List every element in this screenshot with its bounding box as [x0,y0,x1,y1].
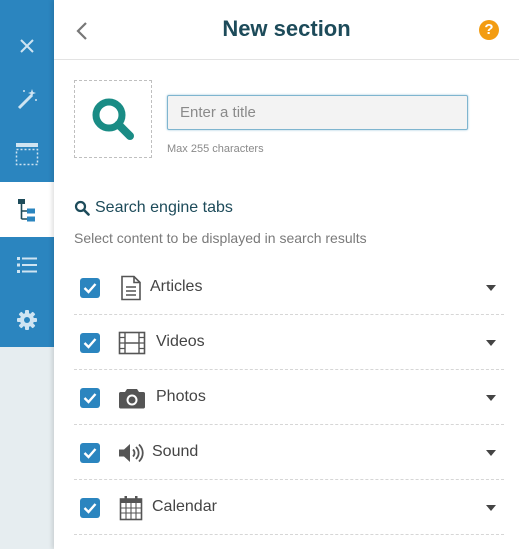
checkmark-icon [83,283,97,294]
speaker-icon [118,440,144,466]
list-button[interactable] [0,237,54,292]
title-input[interactable] [167,95,468,130]
close-icon [20,38,34,53]
sound-dropdown-caret[interactable] [486,450,496,456]
checkmark-icon [83,448,97,459]
videos-checkbox[interactable] [80,333,100,353]
articles-label: Articles [150,278,203,295]
photos-dropdown-caret[interactable] [486,395,496,401]
photos-label: Photos [156,388,206,405]
tab-row-articles[interactable]: Articles [74,260,504,315]
left-rail [0,0,54,549]
section-panel: New section ? Max 255 characters Search … [54,0,519,549]
help-icon[interactable]: ? [479,20,499,40]
search-tabs-description: Select content to be displayed in search… [74,230,367,246]
tree-button[interactable] [0,182,54,237]
search-tabs-heading: Search engine tabs [74,198,233,218]
checkmark-icon [83,503,97,514]
videos-dropdown-caret[interactable] [486,340,496,346]
search-icon [74,200,90,216]
articles-dropdown-caret[interactable] [486,285,496,291]
document-icon [118,275,144,301]
film-icon [118,330,146,356]
close-button[interactable] [0,18,54,73]
search-icon [92,98,134,140]
articles-checkbox[interactable] [80,278,100,298]
gear-icon [17,309,37,330]
calendar-dropdown-caret[interactable] [486,505,496,511]
sound-label: Sound [152,443,199,460]
magic-wand-icon [17,88,37,109]
photos-checkbox[interactable] [80,388,100,408]
page-title: New section [222,16,351,41]
videos-label: Videos [156,333,205,350]
tab-row-videos[interactable]: Videos [74,315,504,370]
section-icon-picker[interactable] [74,80,152,158]
tab-row-photos[interactable]: Photos [74,370,504,425]
camera-icon [118,385,146,411]
layout-button[interactable] [0,126,54,181]
tab-row-calendar[interactable]: Calendar [74,480,504,535]
list-icon [17,256,37,273]
calendar-icon [118,495,144,521]
calendar-checkbox[interactable] [80,498,100,518]
title-char-limit-hint: Max 255 characters [167,143,264,155]
settings-button[interactable] [0,292,54,347]
calendar-label: Calendar [152,498,217,515]
panel-header: New section ? [54,0,519,60]
tab-row-sound[interactable]: Sound [74,425,504,480]
sound-checkbox[interactable] [80,443,100,463]
tree-icon [18,198,35,221]
checkmark-icon [83,338,97,349]
magic-wand-button[interactable] [0,71,54,126]
layout-icon [15,142,39,165]
checkmark-icon [83,393,97,404]
search-tabs-heading-label: Search engine tabs [95,199,233,216]
